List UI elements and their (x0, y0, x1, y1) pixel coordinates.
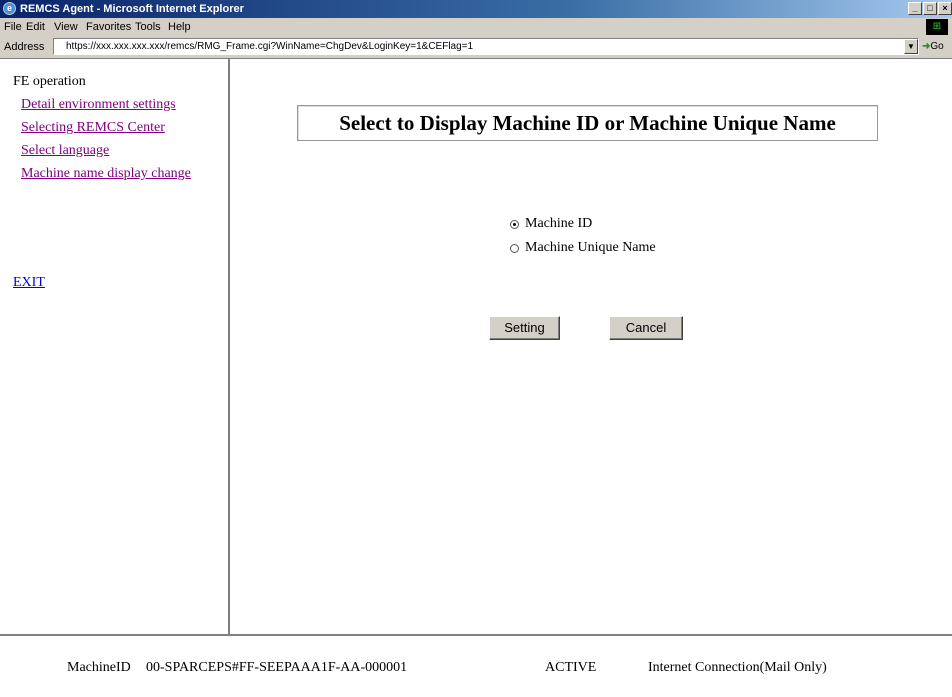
go-button[interactable]: ➜Go (922, 41, 944, 52)
radio-machine-id[interactable] (510, 219, 519, 229)
address-dropdown-icon[interactable]: ▼ (904, 39, 918, 54)
option-machine-id-label: Machine ID (525, 216, 593, 231)
cancel-button[interactable]: Cancel (609, 316, 683, 340)
menu-bar: File Edit View Favorites Tools Help ⊞ (0, 18, 952, 36)
link-selecting-remcs-center[interactable]: Selecting REMCS Center (21, 120, 165, 136)
minimize-button[interactable]: _ (908, 2, 922, 15)
maximize-button[interactable]: □ (923, 2, 937, 15)
address-label: Address (4, 41, 45, 53)
menu-edit[interactable]: Edit (26, 21, 45, 33)
page-title: Select to Display Machine ID or Machine … (297, 105, 878, 141)
menu-file[interactable]: File (4, 21, 22, 33)
machine-id-value: 00-SPARCEPS#FF-SEEPAAA1F-AA-000001 (146, 660, 408, 675)
setting-button[interactable]: Setting (489, 316, 560, 340)
go-label: Go (930, 41, 944, 52)
main-frame: Select to Display Machine ID or Machine … (232, 59, 952, 634)
windows-logo-icon: ⊞ (926, 19, 948, 35)
title-bar: e REMCS Agent - Microsoft Internet Explo… (0, 0, 952, 18)
window-controls: _ □ × (908, 2, 952, 15)
connection-status: Internet Connection(Mail Only) (648, 660, 827, 675)
link-select-language[interactable]: Select language (21, 143, 109, 159)
menu-favorites[interactable]: Favorites (86, 21, 131, 33)
window-title: REMCS Agent - Microsoft Internet Explore… (20, 3, 244, 15)
menu-help[interactable]: Help (168, 21, 191, 33)
close-button[interactable]: × (938, 2, 952, 15)
menu-tools[interactable]: Tools (135, 21, 161, 33)
link-exit[interactable]: EXIT (13, 275, 45, 291)
sidebar-header: FE operation (13, 74, 86, 89)
ie-icon: e (3, 2, 16, 15)
status-frame: MachineID 00-SPARCEPS#FF-SEEPAAA1F-AA-00… (0, 634, 952, 697)
option-machine-unique-name[interactable]: Machine Unique Name (510, 240, 656, 256)
address-input[interactable]: https://xxx.xxx.xxx.xxx/remcs/RMG_Frame.… (53, 38, 919, 55)
status-state: ACTIVE (545, 660, 597, 675)
machine-id-label: MachineID (67, 660, 131, 675)
option-machine-unique-name-label: Machine Unique Name (525, 240, 656, 255)
address-bar: Address https://xxx.xxx.xxx.xxx/remcs/RM… (0, 36, 952, 59)
option-machine-id[interactable]: Machine ID (510, 216, 592, 232)
link-machine-name-display-change[interactable]: Machine name display change (21, 166, 191, 182)
radio-machine-unique-name[interactable] (510, 243, 519, 253)
menu-view[interactable]: View (54, 21, 78, 33)
navigation-frame: FE operation Detail environment settings… (0, 59, 230, 634)
link-detail-environment-settings[interactable]: Detail environment settings (21, 97, 176, 113)
